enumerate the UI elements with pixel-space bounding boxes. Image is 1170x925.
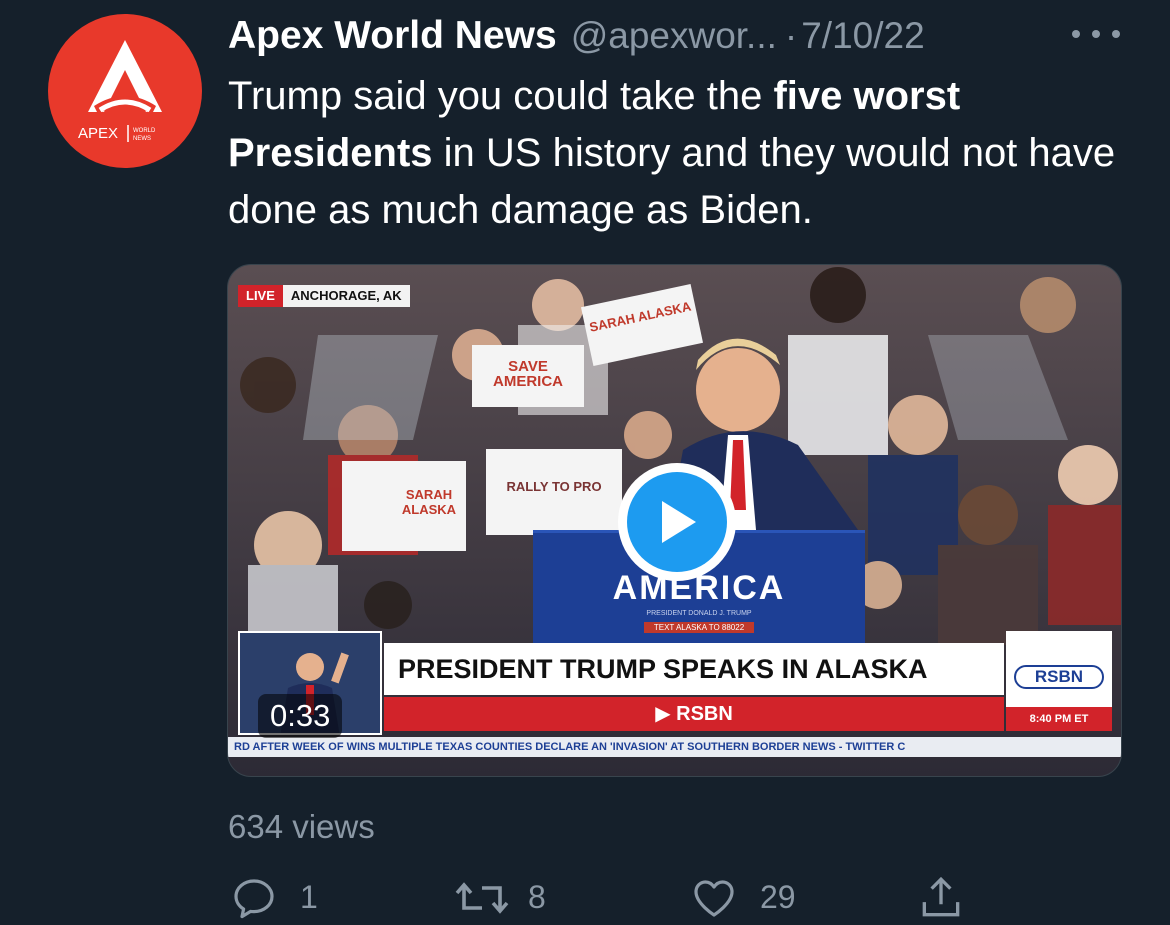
apex-logo: APEX WORLD NEWS xyxy=(78,40,162,142)
rsbn-logo: RSBN 8:40 PM ET xyxy=(1006,631,1112,731)
tweet-header: Apex World News @apexwor... · 7/10/22 xyxy=(228,10,1128,62)
share-icon xyxy=(922,876,960,916)
banner-headline: PRESIDENT TRUMP SPEAKS IN ALASKA xyxy=(384,643,1004,695)
views-count: 634 views xyxy=(228,808,375,845)
author-name[interactable]: Apex World News xyxy=(228,14,557,58)
video-duration: 0:33 xyxy=(258,694,343,738)
news-ticker: RD AFTER WEEK OF WINS MULTIPLE TEXAS COU… xyxy=(228,737,1121,757)
action-bar: 1 8 29 xyxy=(0,870,1170,925)
tweet-text-part-1: Trump said you could take the xyxy=(228,74,774,118)
channel-bar: ▶ RSBN xyxy=(384,697,1004,731)
tweet-date[interactable]: 7/10/22 xyxy=(801,15,924,57)
tweet-text: Trump said you could take the five worst… xyxy=(228,68,1138,239)
logo-text: APEX xyxy=(78,125,118,142)
tweet[interactable]: APEX WORLD NEWS Apex World News @apexwor… xyxy=(0,0,1170,925)
share-button[interactable] xyxy=(916,870,966,925)
author-handle[interactable]: @apexwor... xyxy=(571,15,777,57)
broadcast-time: 8:40 PM ET xyxy=(1006,707,1112,731)
video-player[interactable]: LIVE ANCHORAGE, AK SARAH ALASKA SAVE AME… xyxy=(227,264,1122,777)
like-button[interactable]: 29 xyxy=(690,870,796,925)
rsbn-logo-text: RSBN xyxy=(1014,665,1104,689)
reply-count: 1 xyxy=(300,879,318,915)
like-count: 29 xyxy=(760,879,796,915)
reply-button[interactable]: 1 xyxy=(230,870,318,925)
location-label: ANCHORAGE, AK xyxy=(282,285,410,307)
live-label: LIVE xyxy=(238,285,283,307)
avatar[interactable]: APEX WORLD NEWS xyxy=(48,14,202,168)
play-button[interactable] xyxy=(618,463,736,581)
logo-sub-2: NEWS xyxy=(133,136,151,142)
more-icon[interactable] xyxy=(1072,22,1120,46)
heart-icon xyxy=(694,879,734,917)
separator: · xyxy=(784,15,798,56)
retweet-button[interactable]: 8 xyxy=(454,870,546,925)
sign-save-america: SAVE AMERICA xyxy=(472,345,584,407)
retweet-icon xyxy=(455,881,509,914)
podium-line-3: PRESIDENT DONALD J. TRUMP xyxy=(646,610,752,617)
live-tag: LIVE ANCHORAGE, AK xyxy=(238,285,410,307)
reply-icon xyxy=(234,878,274,918)
channel-label: RSBN xyxy=(676,703,733,725)
sign-sarah-alaska: SARAH ALASKA xyxy=(342,461,466,551)
podium-line-4: TEXT ALASKA TO 88022 xyxy=(643,622,755,633)
play-icon xyxy=(627,472,727,572)
retweet-count: 8 xyxy=(528,879,546,915)
logo-sub-1: WORLD xyxy=(133,128,156,134)
sign-rally: RALLY TO PRO xyxy=(486,449,622,535)
